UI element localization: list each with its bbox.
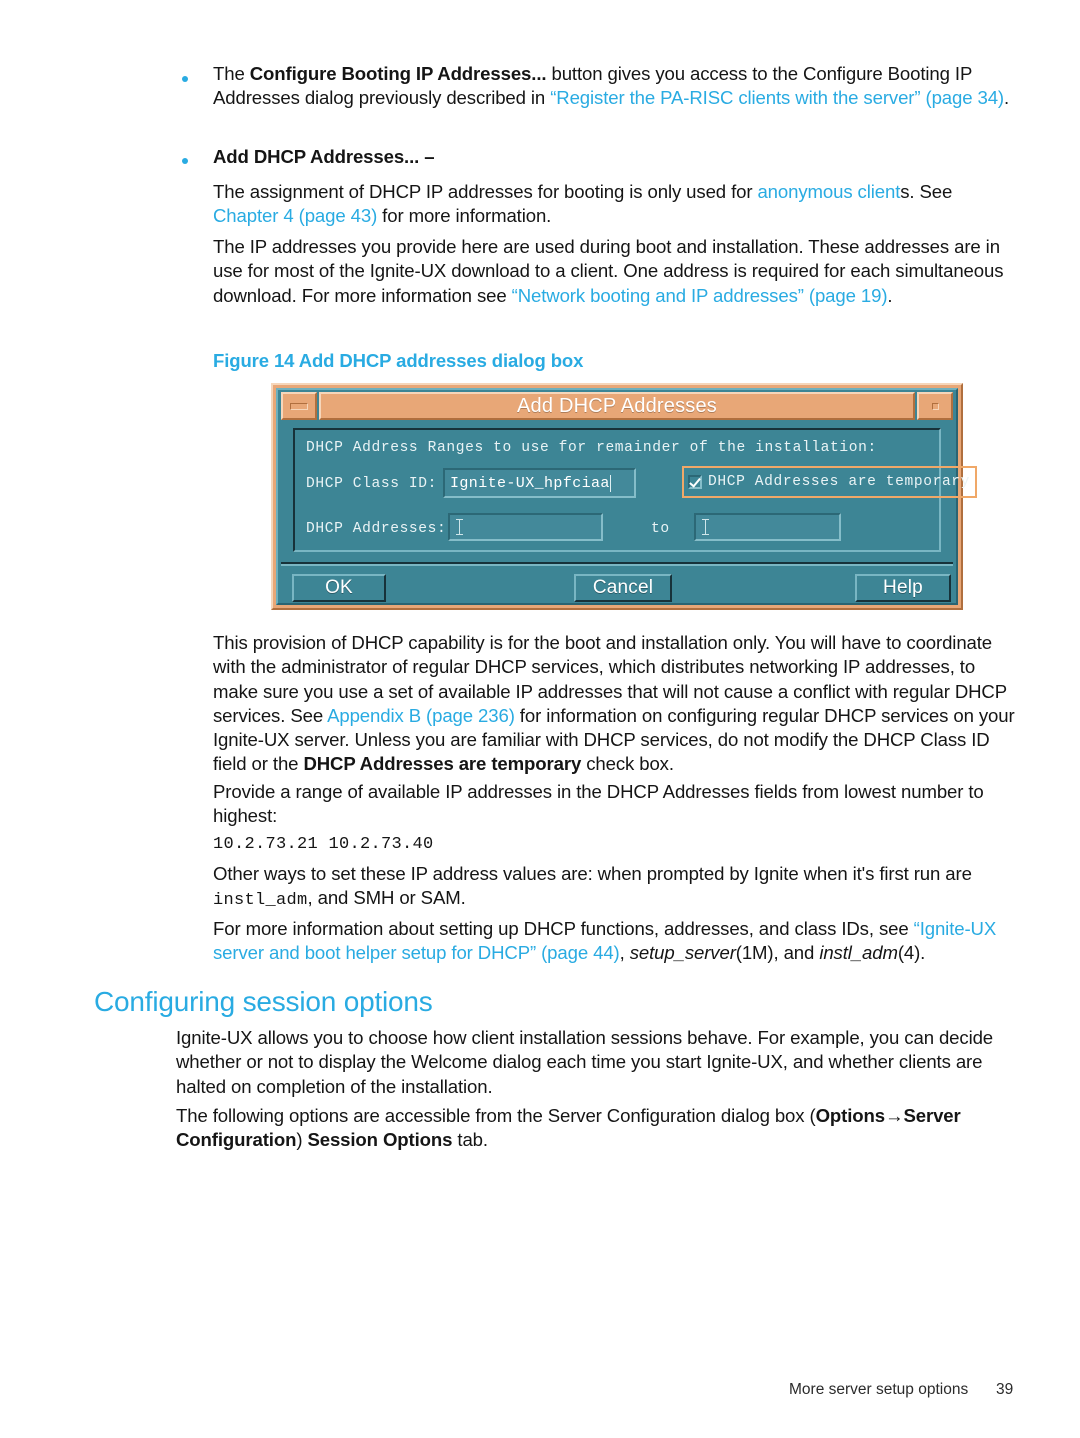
paragraph-anonymous-clients: The assignment of DHCP IP addresses for … <box>213 180 1015 229</box>
ok-button[interactable]: OK <box>292 574 386 602</box>
text-segment: Ignite-UX allows you to choose how clien… <box>176 1027 994 1097</box>
text-segment[interactable]: Appendix B (page 236) <box>327 705 515 726</box>
temporary-checkbox-label: DHCP Addresses are temporary <box>708 474 971 490</box>
text-segment[interactable]: “Register the PA-RISC clients with the s… <box>550 87 1004 108</box>
bullet-marker-configure-booting-ip <box>182 76 188 82</box>
cancel-button[interactable]: Cancel <box>574 574 672 602</box>
figure-caption: Figure 14 Add DHCP addresses dialog box <box>213 350 584 371</box>
paragraph-session-options-access: The following options are accessible fro… <box>176 1104 1021 1153</box>
dhcp-address-from-input[interactable] <box>448 513 603 541</box>
class-id-input[interactable]: Ignite-UX_hpfciaa <box>443 468 636 498</box>
minimize-button[interactable] <box>281 392 317 420</box>
text-segment: The following options are accessible fro… <box>176 1105 816 1126</box>
text-segment: (4). <box>897 942 926 964</box>
temporary-checkbox-row[interactable]: DHCP Addresses are temporary <box>682 466 978 498</box>
text-segment: for more information. <box>377 205 552 227</box>
paragraph-session-intro: Ignite-UX allows you to choose how clien… <box>176 1026 1021 1099</box>
text-segment: , and SMH or SAM. <box>307 887 466 909</box>
text-caret <box>609 474 611 492</box>
dialog-titlebar: Add DHCP Addresses <box>281 392 953 420</box>
dhcp-addresses-to-label: to <box>651 521 670 537</box>
text-segment: Provide a range of available IP addresse… <box>213 781 984 827</box>
paragraph-provide-range: Provide a range of available IP addresse… <box>213 780 1013 829</box>
section-heading-configuring-session-options: Configuring session options <box>94 986 433 1017</box>
text-segment: tab. <box>452 1129 488 1151</box>
ip-range-example: 10.2.73.21 10.2.73.40 <box>213 835 434 854</box>
ibeam-cursor-icon <box>456 519 463 535</box>
text-segment: s. See <box>900 181 953 202</box>
bullet-label-add-dhcp-addresses: Add DHCP Addresses... – <box>213 146 435 167</box>
paragraph-other-ways: Other ways to set these IP address value… <box>213 862 1018 914</box>
text-segment: Configure Booting IP Addresses... <box>249 63 547 84</box>
maximize-icon <box>931 402 939 410</box>
text-segment: setup_server <box>629 942 736 964</box>
dhcp-address-to-input[interactable] <box>694 513 841 541</box>
dhcp-form-group: DHCP Address Ranges to use for remainder… <box>293 428 978 552</box>
text-segment: , <box>619 942 630 964</box>
paragraph-more-info-dhcp: For more information about setting up DH… <box>213 917 1018 966</box>
help-button[interactable]: Help <box>855 574 951 602</box>
text-segment: For more information about setting up DH… <box>213 918 914 939</box>
text-segment: check box. <box>581 753 674 775</box>
dhcp-addresses-label: DHCP Addresses: <box>306 521 447 537</box>
bullet-marker-add-dhcp-addresses <box>182 158 188 164</box>
bullet-text-configure-booting-ip: The Configure Booting IP Addresses... bu… <box>213 62 1013 111</box>
text-segment[interactable]: anonymous client <box>757 181 900 202</box>
maximize-button[interactable] <box>917 392 953 420</box>
footer-page-number: 39 <box>996 1381 1014 1398</box>
ibeam-cursor-icon-2 <box>702 519 709 535</box>
add-dhcp-addresses-dialog: Add DHCP Addresses DHCP Address Ranges t… <box>271 383 978 610</box>
text-segment: instl_adm <box>819 942 898 964</box>
text-segment: The assignment of DHCP IP addresses for … <box>213 181 758 202</box>
paragraph-dhcp-provision: This provision of DHCP capability is for… <box>213 631 1018 777</box>
text-segment: . <box>887 284 893 306</box>
text-segment: The <box>213 63 250 84</box>
text-segment: ) <box>296 1129 308 1151</box>
text-segment[interactable]: “Network booting and IP addresses” (page… <box>512 285 888 306</box>
text-segment: instl_adm <box>213 891 308 911</box>
minimize-icon <box>290 402 308 410</box>
form-group-header: DHCP Address Ranges to use for remainder… <box>306 440 877 456</box>
paragraph-ip-addresses-boot: The IP addresses you provide here are us… <box>213 235 1018 308</box>
button-bar-separator <box>281 562 953 566</box>
footer-label: More server setup options <box>789 1381 969 1398</box>
class-id-value: Ignite-UX_hpfciaa <box>450 474 610 492</box>
class-id-label: DHCP Class ID: <box>306 476 438 492</box>
text-segment: Other ways to set these IP address value… <box>213 863 972 884</box>
text-segment: Session Options <box>307 1129 453 1151</box>
document-page: The Configure Booting IP Addresses... bu… <box>0 0 1080 1438</box>
text-segment[interactable]: Chapter 4 (page 43) <box>213 205 377 226</box>
dialog-title: Add DHCP Addresses <box>319 392 915 420</box>
text-segment: . <box>1004 87 1010 109</box>
dialog-body: Add DHCP Addresses DHCP Address Ranges t… <box>276 388 978 605</box>
checkbox-checked-icon[interactable] <box>688 475 702 489</box>
text-segment: DHCP Addresses are temporary <box>303 753 582 775</box>
text-segment: (1M), and <box>735 942 820 964</box>
